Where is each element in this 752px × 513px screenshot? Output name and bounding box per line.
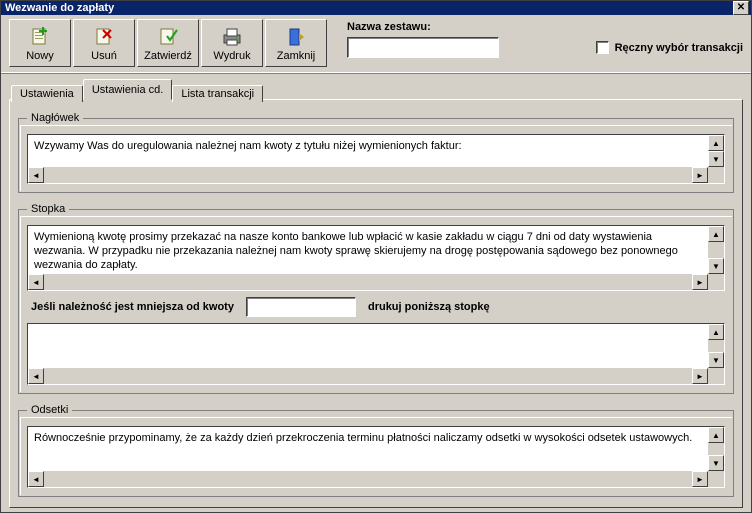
threshold-row: Jeśli należność jest mniejsza od kwoty d… <box>31 297 721 317</box>
header-textarea[interactable]: Wzywamy Was do uregulowania należnej nam… <box>27 134 725 184</box>
header-legend: Nagłówek <box>27 112 83 124</box>
confirm-button[interactable]: Zatwierdź <box>137 19 199 67</box>
scrollbar-vertical[interactable]: ▲▼ <box>708 427 724 471</box>
footer-alt-textarea[interactable]: ▲▼ ◄► <box>27 323 725 385</box>
close-button-label: Zamknij <box>277 50 316 62</box>
tab-tx-list[interactable]: Lista transakcji <box>172 85 263 102</box>
tab-settings-cont[interactable]: Ustawienia cd. <box>83 79 173 100</box>
scrollbar-vertical[interactable]: ▲▼ <box>708 135 724 167</box>
window: Wezwanie do zapłaty ✕ Nowy Usuń Zatwierd… <box>0 0 752 513</box>
footer-text: Wymienioną kwotę prosimy przekazać na na… <box>28 226 724 276</box>
scrollbar-horizontal[interactable]: ◄► <box>28 167 708 183</box>
tab-panel: Nagłówek Wzywamy Was do uregulowania nal… <box>9 99 743 508</box>
tab-strip: Ustawienia Ustawienia cd. Lista transakc… <box>1 74 751 99</box>
threshold-label: Jeśli należność jest mniejsza od kwoty <box>31 301 234 313</box>
new-button-label: Nowy <box>26 50 54 62</box>
interest-textarea[interactable]: Równocześnie przypominamy, że za każdy d… <box>27 426 725 488</box>
print-button-label: Wydruk <box>213 50 250 62</box>
interest-group: Odsetki Równocześnie przypominamy, że za… <box>18 404 734 497</box>
footer-legend: Stopka <box>27 203 69 215</box>
close-button[interactable]: Zamknij <box>265 19 327 67</box>
delete-button[interactable]: Usuń <box>73 19 135 67</box>
tab-settings[interactable]: Ustawienia <box>11 85 83 102</box>
window-title: Wezwanie do zapłaty <box>5 2 733 14</box>
header-group: Nagłówek Wzywamy Was do uregulowania nal… <box>18 112 734 193</box>
manual-tx-checkbox[interactable]: Ręczny wybór transakcji <box>596 41 743 54</box>
footer-group: Stopka Wymienioną kwotę prosimy przekaza… <box>18 203 734 394</box>
scrollbar-horizontal[interactable]: ◄► <box>28 368 708 384</box>
interest-text: Równocześnie przypominamy, że za każdy d… <box>28 427 724 473</box>
document-delete-icon <box>94 26 114 48</box>
footer-textarea[interactable]: Wymienioną kwotę prosimy przekazać na na… <box>27 225 725 291</box>
manual-tx-label: Ręczny wybór transakcji <box>615 42 743 54</box>
set-name-label: Nazwa zestawu: <box>347 21 499 33</box>
set-name-input[interactable] <box>347 37 499 58</box>
threshold-input[interactable] <box>246 297 356 317</box>
document-confirm-icon <box>158 26 178 48</box>
header-text: Wzywamy Was do uregulowania należnej nam… <box>28 135 724 169</box>
footer-alt-text <box>28 324 724 370</box>
interest-legend: Odsetki <box>27 404 72 416</box>
scrollbar-vertical[interactable]: ▲▼ <box>708 324 724 368</box>
new-button[interactable]: Nowy <box>9 19 71 67</box>
print-button[interactable]: Wydruk <box>201 19 263 67</box>
scrollbar-vertical[interactable]: ▲▼ <box>708 226 724 274</box>
scrollbar-horizontal[interactable]: ◄► <box>28 274 708 290</box>
close-icon[interactable]: ✕ <box>733 1 749 15</box>
toolbar-right: Nazwa zestawu: Ręczny wybór transakcji <box>347 19 743 58</box>
delete-button-label: Usuń <box>91 50 117 62</box>
toolbar: Nowy Usuń Zatwierdź Wydruk Zamknij <box>1 15 751 74</box>
print-below-label: drukuj poniższą stopkę <box>368 301 490 313</box>
document-new-icon <box>30 26 50 48</box>
printer-icon <box>221 26 243 48</box>
checkbox-icon <box>596 41 609 54</box>
title-bar: Wezwanie do zapłaty ✕ <box>1 1 751 15</box>
confirm-button-label: Zatwierdź <box>144 50 192 62</box>
door-exit-icon <box>286 26 306 48</box>
scrollbar-horizontal[interactable]: ◄► <box>28 471 708 487</box>
